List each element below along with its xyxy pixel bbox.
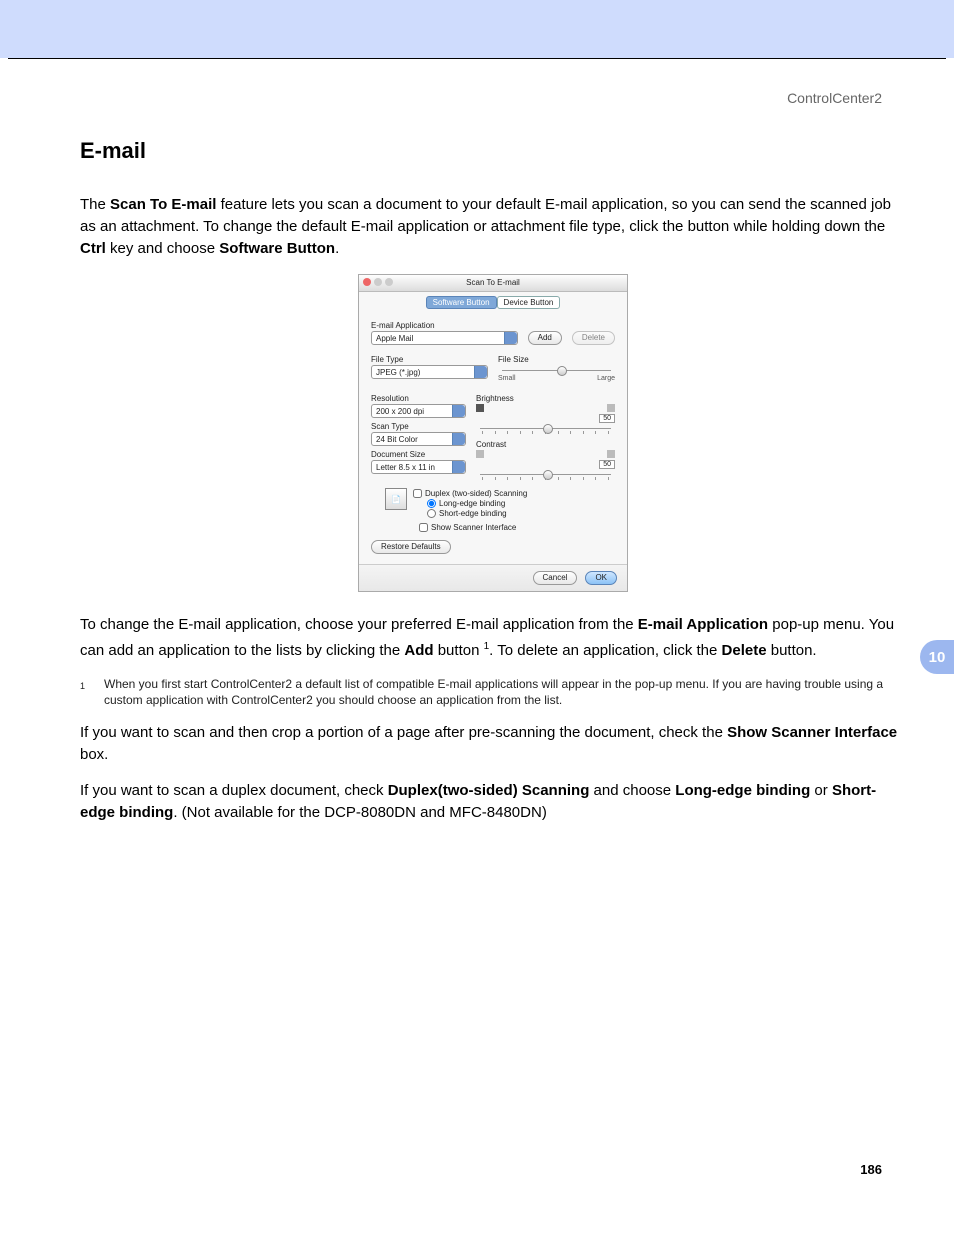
traffic-lights[interactable] bbox=[363, 278, 393, 286]
zoom-icon[interactable] bbox=[385, 278, 393, 286]
label-contrast: Contrast bbox=[476, 440, 615, 449]
resolution-select[interactable]: 200 x 200 dpi bbox=[371, 404, 466, 418]
select-value: Letter 8.5 x 11 in bbox=[376, 463, 435, 472]
text: and choose bbox=[589, 782, 675, 799]
radio-label: Short-edge binding bbox=[439, 509, 507, 518]
brightness-value[interactable]: 50 bbox=[599, 414, 615, 423]
chapter-tab: 10 bbox=[920, 640, 954, 674]
footnote-number: 1 bbox=[80, 678, 92, 708]
contrast-low-icon bbox=[476, 450, 484, 458]
chevron-updown-icon bbox=[452, 433, 465, 445]
brightness-slider[interactable] bbox=[476, 423, 615, 433]
text: button. bbox=[767, 642, 817, 659]
slider-max-label: Large bbox=[597, 375, 615, 382]
chevron-updown-icon bbox=[504, 332, 517, 344]
paragraph-2: To change the E-mail application, choose… bbox=[80, 614, 906, 662]
page-number: 186 bbox=[860, 1162, 882, 1177]
text: If you want to scan and then crop a port… bbox=[80, 724, 727, 741]
file-type-select[interactable]: JPEG (*.jpg) bbox=[371, 365, 488, 379]
duplex-checkbox[interactable]: Duplex (two-sided) Scanning bbox=[413, 489, 527, 498]
footnote-text: When you first start ControlCenter2 a de… bbox=[104, 676, 906, 708]
restore-defaults-button[interactable]: Restore Defaults bbox=[371, 540, 451, 554]
label-brightness: Brightness bbox=[476, 394, 615, 403]
brightness-dark-icon bbox=[476, 404, 484, 412]
text: The bbox=[80, 196, 110, 213]
select-value: 200 x 200 dpi bbox=[376, 407, 424, 416]
short-edge-radio[interactable]: Short-edge binding bbox=[427, 509, 527, 518]
label-scan-type: Scan Type bbox=[371, 422, 466, 431]
ok-button[interactable]: OK bbox=[585, 571, 617, 585]
label-document-size: Document Size bbox=[371, 450, 466, 459]
scan-to-email-dialog: Scan To E-mail Software ButtonDevice But… bbox=[358, 274, 628, 592]
contrast-slider[interactable] bbox=[476, 469, 615, 479]
running-header: ControlCenter2 bbox=[787, 90, 882, 106]
chevron-updown-icon bbox=[452, 461, 465, 473]
select-value: 24 Bit Color bbox=[376, 435, 418, 444]
radio-label: Long-edge binding bbox=[439, 499, 505, 508]
text: To change the E-mail application, choose… bbox=[80, 616, 638, 633]
label-file-type: File Type bbox=[371, 355, 488, 364]
text: . (Not available for the DCP-8080DN and … bbox=[173, 804, 546, 821]
tab-software-button[interactable]: Software Button bbox=[426, 296, 497, 309]
scan-type-select[interactable]: 24 Bit Color bbox=[371, 432, 466, 446]
paragraph-3: If you want to scan and then crop a port… bbox=[80, 722, 906, 766]
chevron-updown-icon bbox=[474, 366, 487, 378]
text: If you want to scan a duplex document, c… bbox=[80, 782, 388, 799]
file-size-slider[interactable] bbox=[498, 365, 615, 375]
text-bold: Long-edge binding bbox=[675, 782, 810, 799]
text-bold: E-mail Application bbox=[638, 616, 768, 633]
paragraph-1: The Scan To E-mail feature lets you scan… bbox=[80, 194, 906, 260]
select-value: Apple Mail bbox=[376, 334, 413, 343]
text: or bbox=[810, 782, 832, 799]
document-size-select[interactable]: Letter 8.5 x 11 in bbox=[371, 460, 466, 474]
top-band bbox=[0, 0, 954, 58]
delete-button[interactable]: Delete bbox=[572, 331, 615, 345]
text: . bbox=[335, 240, 339, 257]
footnote: 1 When you first start ControlCenter2 a … bbox=[80, 676, 906, 708]
label-resolution: Resolution bbox=[371, 394, 466, 403]
add-button[interactable]: Add bbox=[528, 331, 562, 345]
label-file-size: File Size bbox=[498, 355, 615, 364]
duplex-icon: 📄 bbox=[385, 488, 407, 510]
email-application-select[interactable]: Apple Mail bbox=[371, 331, 518, 345]
text-bold: Show Scanner Interface bbox=[727, 724, 897, 741]
text-bold: Ctrl bbox=[80, 240, 106, 257]
cancel-button[interactable]: Cancel bbox=[533, 571, 578, 585]
tab-device-button[interactable]: Device Button bbox=[497, 296, 561, 309]
brightness-light-icon bbox=[607, 404, 615, 412]
text: button bbox=[434, 642, 484, 659]
tab-bar: Software ButtonDevice Button bbox=[359, 292, 627, 311]
text-bold: Delete bbox=[722, 642, 767, 659]
chevron-updown-icon bbox=[452, 405, 465, 417]
text-bold: Add bbox=[404, 642, 433, 659]
show-scanner-interface-checkbox[interactable]: Show Scanner Interface bbox=[419, 523, 615, 532]
dialog-title: Scan To E-mail bbox=[466, 278, 520, 287]
text: box. bbox=[80, 746, 108, 763]
paragraph-4: If you want to scan a duplex document, c… bbox=[80, 780, 906, 824]
text-bold: Software Button bbox=[219, 240, 335, 257]
dialog-titlebar: Scan To E-mail bbox=[359, 275, 627, 292]
text-bold: Duplex(two-sided) Scanning bbox=[388, 782, 590, 799]
text: . To delete an application, click the bbox=[489, 642, 721, 659]
checkbox-label: Show Scanner Interface bbox=[431, 523, 516, 532]
text: key and choose bbox=[106, 240, 219, 257]
section-title: E-mail bbox=[80, 138, 906, 164]
checkbox-label: Duplex (two-sided) Scanning bbox=[425, 489, 527, 498]
minimize-icon[interactable] bbox=[374, 278, 382, 286]
slider-min-label: Small bbox=[498, 375, 516, 382]
long-edge-radio[interactable]: Long-edge binding bbox=[427, 499, 527, 508]
text-bold: Scan To E-mail bbox=[110, 196, 216, 213]
contrast-value[interactable]: 50 bbox=[599, 460, 615, 469]
label-email-application: E-mail Application bbox=[371, 321, 615, 330]
contrast-high-icon bbox=[607, 450, 615, 458]
header-rule bbox=[8, 58, 946, 59]
select-value: JPEG (*.jpg) bbox=[376, 368, 420, 377]
close-icon[interactable] bbox=[363, 278, 371, 286]
